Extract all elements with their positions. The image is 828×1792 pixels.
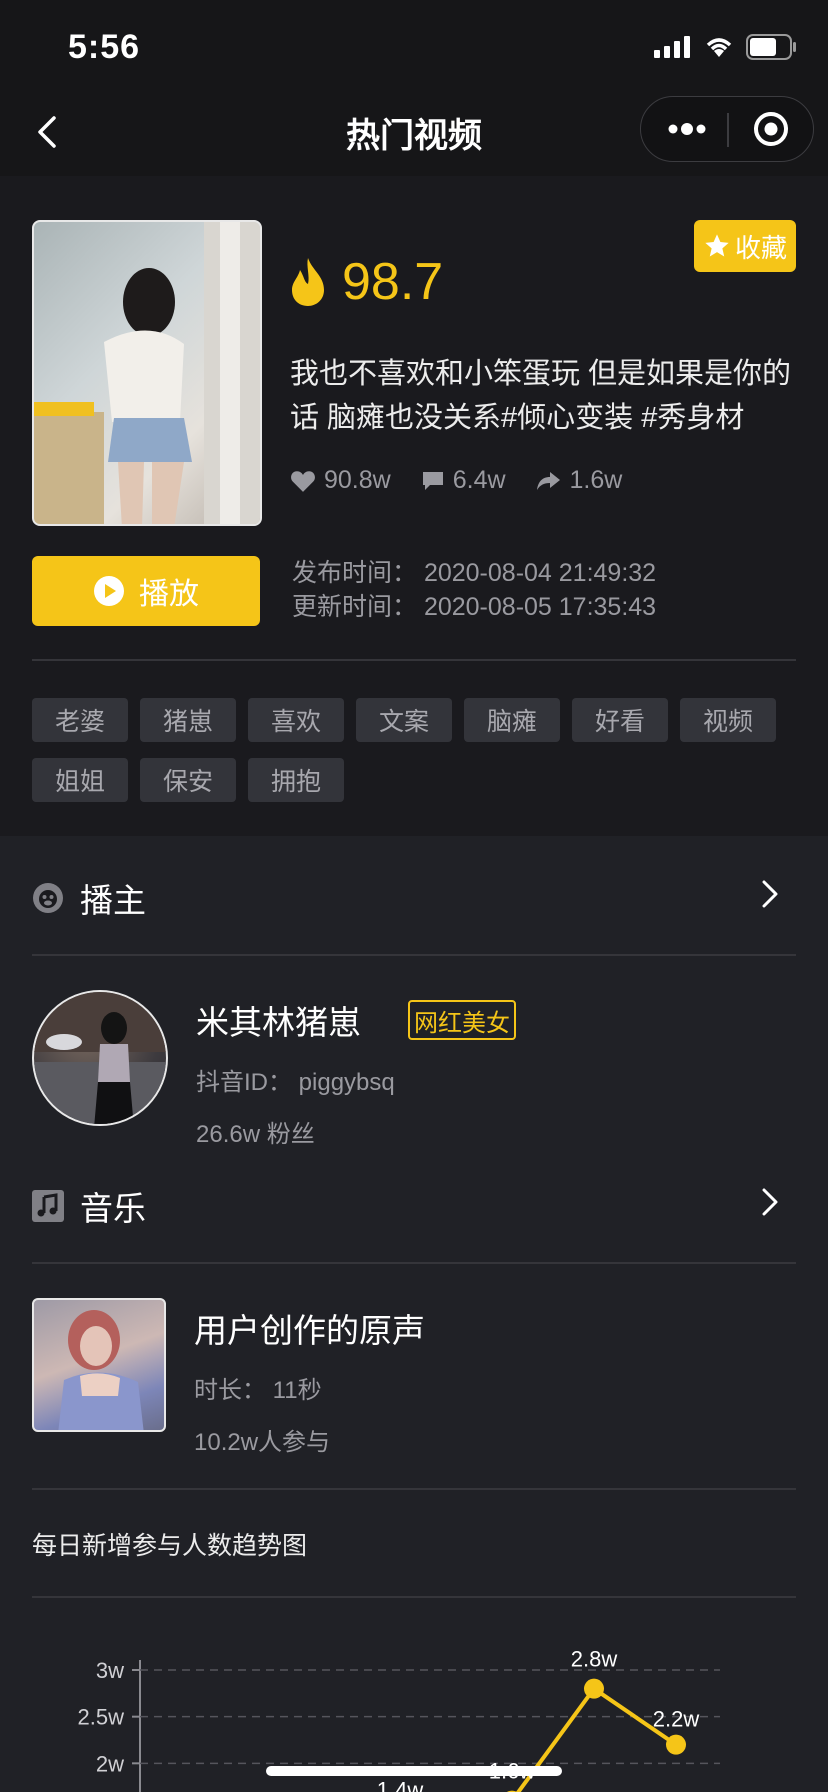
- music-participants: 10.2w人参与: [194, 1429, 331, 1456]
- tag-chip[interactable]: 保安: [140, 758, 236, 802]
- close-miniprogram-icon[interactable]: [751, 109, 791, 149]
- status-time: 5:56: [68, 28, 141, 66]
- data-label: 1.4w: [377, 1777, 424, 1792]
- tag-list: 老婆 猪崽 喜欢 文案 脑瘫 好看 视频姐姐 保安 拥抱: [32, 698, 812, 802]
- video-times: 发布时间： 2020-08-04 21:49:32 更新时间： 2020-08-…: [292, 556, 656, 624]
- more-options-icon[interactable]: [667, 119, 707, 139]
- anchor-name: 米其林猪崽: [196, 1004, 361, 1041]
- tag-chip[interactable]: 拥抱: [248, 758, 344, 802]
- tag-chip[interactable]: 文案: [356, 698, 452, 742]
- music-title: 用户创作的原声: [194, 1312, 425, 1349]
- cover-illustration: [34, 222, 260, 524]
- music-cover-illustration: [58, 1310, 144, 1430]
- star-icon: [705, 234, 729, 257]
- update-time: 更新时间： 2020-08-05 17:35:43: [292, 593, 657, 621]
- video-description: 我也不喜欢和小笨蛋玩 但是如果是你的话 脑瘫也没关系#倾心变装 #秀身材: [290, 358, 792, 434]
- play-label: 播放: [139, 578, 199, 611]
- shares-stat: 1.6w: [536, 466, 623, 495]
- anchor-fans-count: 26.6w 粉丝: [196, 1121, 315, 1148]
- data-point: [666, 1734, 686, 1755]
- divider: [32, 954, 796, 956]
- divider: [32, 1488, 796, 1490]
- data-label: 2.2w: [653, 1707, 700, 1732]
- anchor-section-title: 播主: [80, 882, 146, 919]
- anchor-section-header[interactable]: 播主: [32, 868, 796, 928]
- likes-count: 90.8w: [324, 466, 391, 494]
- cellular-signal-icon: [654, 36, 690, 58]
- divider: [32, 1596, 796, 1598]
- tag-chip[interactable]: 喜欢: [248, 698, 344, 742]
- likes-stat: 90.8w: [290, 466, 391, 495]
- favorite-label: 收藏: [734, 232, 787, 263]
- chevron-right-icon: [762, 880, 778, 908]
- tag-chip[interactable]: 猪崽: [140, 698, 236, 742]
- heat-score: 98.7: [288, 252, 443, 312]
- miniprogram-capsule: [640, 96, 814, 162]
- music-duration: 时长： 11秒: [194, 1377, 322, 1404]
- music-cover-image[interactable]: [32, 1298, 166, 1432]
- play-circle-icon: [94, 576, 124, 606]
- publish-time: 发布时间： 2020-08-04 21:49:32: [292, 559, 657, 587]
- comments-stat: 6.4w: [421, 466, 506, 495]
- flame-icon: [292, 258, 324, 306]
- tag-chip[interactable]: 老婆: [32, 698, 128, 742]
- y-tick-label: 3w: [96, 1658, 124, 1683]
- capsule-divider: [727, 113, 729, 147]
- favorite-button[interactable]: 收藏: [694, 220, 796, 272]
- status-bar: 5:56: [0, 0, 828, 88]
- home-indicator: [266, 1766, 562, 1776]
- y-tick-label: 2w: [96, 1751, 124, 1776]
- video-cover-image[interactable]: [32, 220, 262, 526]
- status-icons: [654, 34, 798, 60]
- music-section-title: 音乐: [80, 1190, 146, 1227]
- music-note-icon: [32, 1190, 64, 1222]
- series-line: [515, 1685, 678, 1792]
- anchor-category-badge: 网红美女: [408, 1000, 516, 1040]
- chart-title: 每日新增参与人数趋势图: [32, 1532, 308, 1560]
- share-icon: [536, 471, 560, 490]
- monkey-avatar-icon: [33, 883, 63, 913]
- heart-icon: [291, 470, 315, 492]
- divider: [32, 659, 796, 661]
- chevron-right-icon: [762, 1188, 778, 1216]
- divider: [32, 1262, 796, 1264]
- heat-value: 98.7: [342, 253, 444, 311]
- anchor-avatar[interactable]: [32, 990, 168, 1126]
- tag-chip[interactable]: 好看: [572, 698, 668, 742]
- music-section-header[interactable]: 音乐: [32, 1176, 796, 1236]
- data-point: [584, 1678, 604, 1699]
- wifi-icon: [706, 38, 732, 57]
- comments-count: 6.4w: [452, 466, 506, 494]
- tag-chip[interactable]: 姐姐: [32, 758, 128, 802]
- anchor-douyin-id: 抖音ID： piggybsq: [196, 1069, 395, 1096]
- y-tick-label: 2.5w: [78, 1705, 125, 1730]
- data-label: 2.8w: [571, 1647, 618, 1672]
- video-stats: 90.8w 6.4w 1.6w: [290, 466, 622, 495]
- video-card: 收藏 98.7 我也不喜欢和小笨蛋玩 但是如果是你的话 脑瘫也没关系#倾心变装 …: [0, 176, 828, 836]
- tag-chip[interactable]: 脑瘫: [464, 698, 560, 742]
- shares-count: 1.6w: [569, 466, 623, 494]
- comment-icon: [422, 471, 443, 490]
- participants-trend-chart: 3w2.5w2w1.5w1.4w1.6w2.8w2.2w: [78, 1647, 720, 1792]
- avatar-illustration: [34, 992, 166, 1124]
- battery-icon: [746, 34, 796, 60]
- nav-bar: 热门视频: [0, 88, 828, 176]
- play-button[interactable]: 播放: [32, 556, 260, 626]
- tag-chip[interactable]: 视频: [680, 698, 776, 742]
